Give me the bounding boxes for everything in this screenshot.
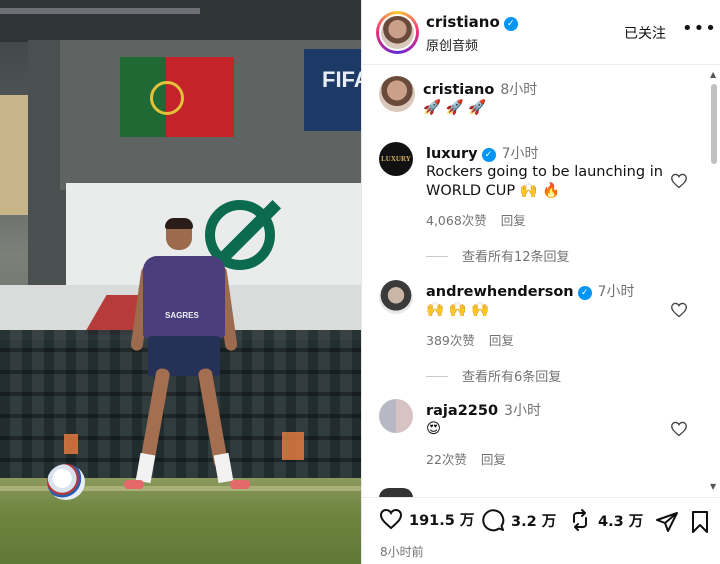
heart-icon[interactable] <box>379 508 403 530</box>
view-replies-label[interactable]: 查看所有12条回复 <box>462 250 570 265</box>
stadium-roof <box>0 0 361 42</box>
view-replies-button[interactable]: 查看所有6条回复 <box>426 366 561 385</box>
reply-button[interactable]: 回复 <box>481 452 506 467</box>
like-action: 191.5 万 <box>379 508 474 530</box>
view-replies-dash <box>426 256 448 257</box>
audio-label[interactable]: 原创音频 <box>426 35 478 54</box>
comment-text-line: 🙌 🙌 🙌 <box>426 302 490 318</box>
post-sidebar: cristiano ✓ 原创音频 已关注 ••• cristiano 8小时 🚀 🚀… <box>361 0 720 564</box>
view-replies-button[interactable]: 查看所有12条回复 <box>426 246 570 265</box>
comment-header: luxury ✓ 7小时 <box>426 143 539 163</box>
caption-username[interactable]: cristiano <box>423 82 494 98</box>
action-bar: 191.5 万 3.2 万 4.3 万 <box>362 508 720 538</box>
actions-divider <box>362 497 720 498</box>
comment-like-count[interactable]: 4,068次赞 <box>426 213 487 228</box>
comment-bubble-icon[interactable] <box>481 508 505 532</box>
comment-like-heart-icon[interactable] <box>670 421 688 437</box>
orange-seat-block <box>282 432 304 460</box>
header-divider <box>362 64 720 65</box>
more-options-icon[interactable]: ••• <box>682 18 717 39</box>
fifa-banner: FIFA <box>304 49 361 131</box>
comment-text-line: WORLD CUP 🙌 🔥 <box>426 183 561 199</box>
comment-avatar[interactable] <box>379 399 413 433</box>
comment-time[interactable]: 7小时 <box>598 284 635 300</box>
comment-count[interactable]: 3.2 万 <box>511 510 556 531</box>
scrollbar-thumb[interactable] <box>711 84 717 164</box>
comment-meta: 389次赞 回复 <box>426 330 514 349</box>
post-video[interactable]: FIFA SAGRES <box>0 0 361 564</box>
bookmark-icon[interactable] <box>690 510 710 534</box>
comment-header: raja2250 3小时 <box>426 400 541 420</box>
repost-action: 4.3 万 <box>568 508 643 532</box>
player-figure: SAGRES <box>124 218 250 493</box>
comment-like-heart-icon[interactable] <box>670 302 688 318</box>
comment-username[interactable]: raja2250 <box>426 403 498 419</box>
comment-text-line: 😍 <box>426 421 442 437</box>
author-username[interactable]: cristiano ✓ <box>426 13 518 31</box>
repost-count[interactable]: 4.3 万 <box>598 510 643 531</box>
caption-avatar[interactable] <box>379 76 415 112</box>
orange-seat-block <box>64 434 78 454</box>
reply-button[interactable]: 回复 <box>501 213 526 228</box>
comment-like-count[interactable]: 22次赞 <box>426 452 467 467</box>
comment-avatar[interactable] <box>379 280 413 314</box>
portugal-flag-banner <box>120 57 234 137</box>
comment-like-count[interactable]: 389次赞 <box>426 333 475 348</box>
shirt-sponsor-text: SAGRES <box>165 311 199 320</box>
reply-button[interactable]: 回复 <box>489 333 514 348</box>
caption-text: 🚀 🚀 🚀 <box>423 100 487 116</box>
luxury-logo-text: LUXURY <box>381 155 411 163</box>
scroll-down-arrow-icon[interactable]: ▼ <box>710 482 716 491</box>
author-username-text[interactable]: cristiano <box>426 13 500 31</box>
comment-text-line: Rockers going to be launching in <box>426 164 663 180</box>
verified-badge-icon: ✓ <box>577 286 592 300</box>
following-button[interactable]: 已关注 <box>624 23 666 43</box>
comment-action: 3.2 万 <box>481 508 556 532</box>
repost-icon[interactable] <box>568 508 592 532</box>
view-replies-label[interactable]: 查看所有6条回复 <box>462 370 561 385</box>
comment-avatar[interactable]: LUXURY <box>379 142 413 176</box>
like-count[interactable]: 191.5 万 <box>409 509 474 530</box>
author-avatar[interactable] <box>376 11 419 54</box>
comment-username[interactable]: andrewhenderson <box>426 284 574 300</box>
comment-header: andrewhenderson ✓ 7小时 <box>426 281 635 301</box>
comment-like-heart-icon[interactable] <box>670 173 688 189</box>
paper-plane-icon[interactable] <box>655 510 679 534</box>
comment-time[interactable]: 7小时 <box>502 146 539 162</box>
view-replies-dash <box>426 376 448 377</box>
verified-badge-icon: ✓ <box>481 148 496 162</box>
soccer-ball <box>47 464 85 500</box>
verified-badge-icon: ✓ <box>503 17 518 31</box>
comment-time[interactable]: 3小时 <box>504 403 541 419</box>
comment-meta: 4,068次赞 回复 <box>426 210 526 229</box>
comment-username[interactable]: luxury <box>426 146 478 162</box>
comment-meta: 22次赞 回复 <box>426 449 506 468</box>
caption-time[interactable]: 8小时 <box>500 82 537 98</box>
post-timestamp[interactable]: 8小时前 <box>380 543 424 560</box>
scroll-up-arrow-icon[interactable]: ▲ <box>710 70 716 79</box>
caption-header: cristiano 8小时 <box>423 79 537 99</box>
